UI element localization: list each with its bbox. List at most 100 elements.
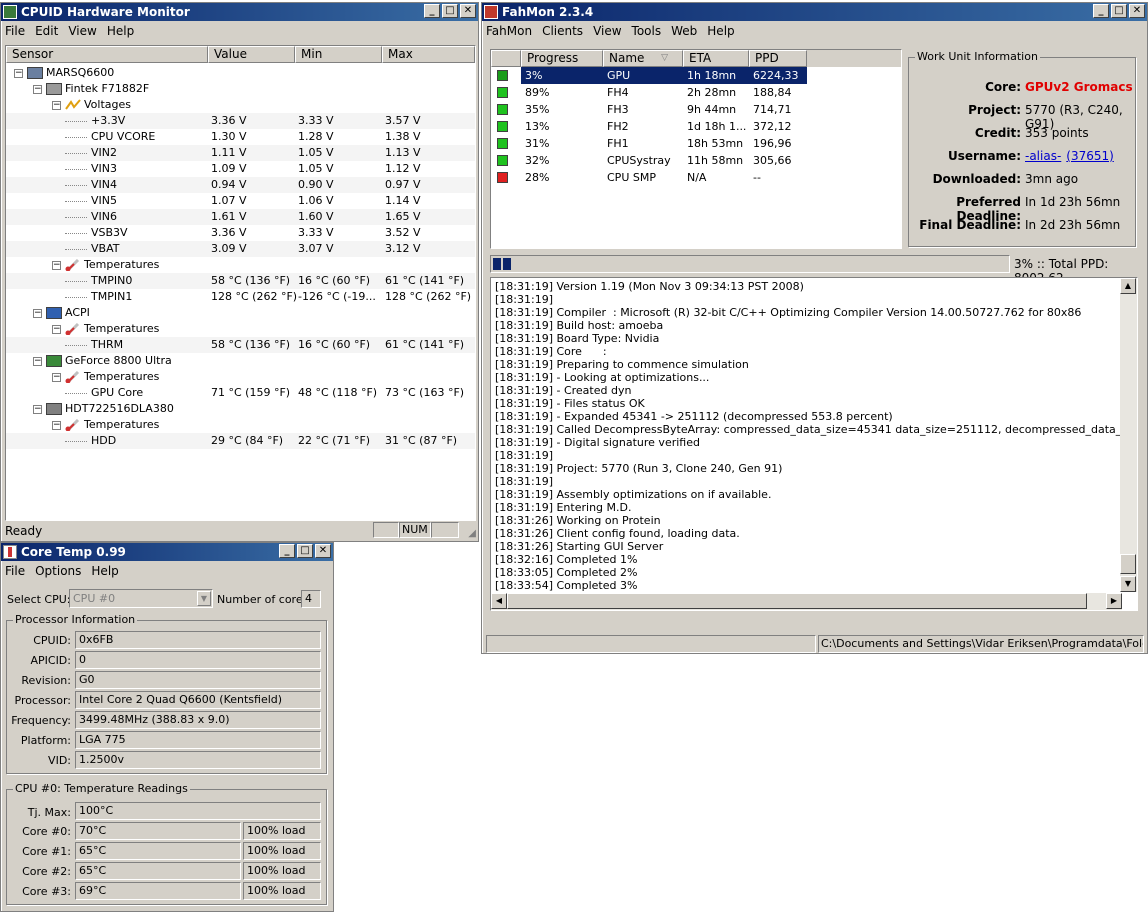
- sensor-row[interactable]: VSB3V 3.36 V 3.33 V 3.52 V: [6, 225, 475, 241]
- minimize-button[interactable]: _: [1093, 4, 1109, 18]
- client-row[interactable]: 89% FH4 2h 28mn 188,84: [491, 84, 901, 101]
- tree-connector: [65, 137, 87, 138]
- menu-help[interactable]: Help: [91, 564, 118, 578]
- collapse-icon[interactable]: −: [52, 421, 61, 430]
- client-row[interactable]: 32% CPUSystray 11h 58mn 305,66: [491, 152, 901, 169]
- close-button[interactable]: ✕: [1129, 4, 1145, 18]
- collapse-icon[interactable]: −: [52, 261, 61, 270]
- scroll-thumb[interactable]: [1120, 554, 1136, 574]
- scroll-up-icon[interactable]: ▲: [1120, 278, 1136, 294]
- sensor-row[interactable]: VIN5 1.07 V 1.06 V 1.14 V: [6, 193, 475, 209]
- sensor-group-row[interactable]: − Temperatures: [6, 369, 475, 385]
- sensor-group-row[interactable]: − Temperatures: [6, 321, 475, 337]
- collapse-icon[interactable]: −: [33, 85, 42, 94]
- sensor-group-row[interactable]: − GeForce 8800 Ultra: [6, 353, 475, 369]
- userid-link[interactable]: (37651): [1066, 149, 1114, 163]
- collapse-icon[interactable]: −: [52, 101, 61, 110]
- clients-list[interactable]: Progress Name ▽ ETA PPD 3% GPU 1h 18mn 6224,…: [490, 49, 902, 249]
- sensor-row[interactable]: VIN4 0.94 V 0.90 V 0.97 V: [6, 177, 475, 193]
- menu-tools[interactable]: Tools: [632, 24, 662, 38]
- menu-fahmon[interactable]: FahMon: [486, 24, 532, 38]
- sensor-row[interactable]: TMPIN0 58 °C (136 °F) 16 °C (60 °F) 61 °C (…: [6, 273, 475, 289]
- menu-help[interactable]: Help: [107, 24, 134, 38]
- menu-file[interactable]: File: [5, 564, 25, 578]
- scroll-right-icon[interactable]: ▶: [1106, 593, 1122, 609]
- collapse-icon[interactable]: −: [33, 405, 42, 414]
- collapse-icon[interactable]: −: [33, 357, 42, 366]
- tjmax-value: 100°C: [75, 802, 321, 820]
- wu-value[interactable]: -alias- (37651): [1025, 149, 1114, 163]
- client-eta: 1d 18h 1...: [687, 120, 747, 133]
- sensor-group-row[interactable]: − HDT722516DLA380: [6, 401, 475, 417]
- client-row[interactable]: 3% GPU 1h 18mn 6224,33: [491, 67, 901, 84]
- cpuid-titlebar[interactable]: CPUID Hardware Monitor _ □ ✕: [1, 3, 478, 21]
- collapse-icon[interactable]: −: [52, 373, 61, 382]
- scroll-left-icon[interactable]: ◀: [491, 593, 507, 609]
- maximize-button[interactable]: □: [1111, 4, 1127, 18]
- maximize-button[interactable]: □: [442, 4, 458, 18]
- tree-connector: [65, 281, 87, 282]
- coretemp-titlebar[interactable]: Core Temp 0.99 _ □ ✕: [1, 543, 333, 561]
- collapse-icon[interactable]: −: [33, 309, 42, 318]
- menu-web[interactable]: Web: [671, 24, 697, 38]
- sensor-group-row[interactable]: − Temperatures: [6, 257, 475, 273]
- maximize-button[interactable]: □: [297, 544, 313, 558]
- col-max[interactable]: Max: [382, 46, 475, 63]
- fahmon-titlebar[interactable]: FahMon 2.3.4 _ □ ✕: [482, 3, 1147, 21]
- log-vertical-scrollbar[interactable]: ▲ ▼: [1120, 278, 1137, 592]
- acpi-icon: [46, 307, 62, 319]
- sensor-tree[interactable]: Sensor Value Min Max − MARSQ6600− Fintek F…: [5, 45, 476, 521]
- log-horizontal-scrollbar[interactable]: ◀ ▶: [491, 593, 1122, 610]
- sensor-row[interactable]: VIN3 1.09 V 1.05 V 1.12 V: [6, 161, 475, 177]
- menu-view[interactable]: View: [593, 24, 621, 38]
- menu-view[interactable]: View: [68, 24, 96, 38]
- scroll-down-icon[interactable]: ▼: [1120, 576, 1136, 592]
- sensor-row[interactable]: HDD 29 °C (84 °F) 22 °C (71 °F) 31 °C (87 °…: [6, 433, 475, 449]
- col-progress[interactable]: Progress: [521, 50, 603, 67]
- sensor-row[interactable]: VIN6 1.61 V 1.60 V 1.65 V: [6, 209, 475, 225]
- sensor-group-row[interactable]: − Temperatures: [6, 417, 475, 433]
- col-name[interactable]: Name ▽: [603, 50, 683, 67]
- sensor-row[interactable]: TMPIN1 128 °C (262 °F) -126 °C (-19... 128 …: [6, 289, 475, 305]
- sensor-group-row[interactable]: − Voltages: [6, 97, 475, 113]
- col-ppd[interactable]: PPD: [749, 50, 807, 67]
- sensor-row[interactable]: GPU Core 71 °C (159 °F) 48 °C (118 °F) 73 °…: [6, 385, 475, 401]
- sensor-group-row[interactable]: − Fintek F71882F: [6, 81, 475, 97]
- sensor-row[interactable]: VIN2 1.11 V 1.05 V 1.13 V: [6, 145, 475, 161]
- sensor-group-row[interactable]: − MARSQ6600: [6, 65, 475, 81]
- username-link[interactable]: -alias-: [1025, 149, 1061, 163]
- menu-clients[interactable]: Clients: [542, 24, 583, 38]
- col-min[interactable]: Min: [295, 46, 382, 63]
- collapse-icon[interactable]: −: [52, 325, 61, 334]
- col-eta[interactable]: ETA: [683, 50, 749, 67]
- sensor-group-row[interactable]: − ACPI: [6, 305, 475, 321]
- sensor-row[interactable]: THRM 58 °C (136 °F) 16 °C (60 °F) 61 °C (14…: [6, 337, 475, 353]
- client-row[interactable]: 13% FH2 1d 18h 1... 372,12: [491, 118, 901, 135]
- menu-edit[interactable]: Edit: [35, 24, 58, 38]
- menu-help[interactable]: Help: [707, 24, 734, 38]
- col-sensor[interactable]: Sensor: [6, 46, 208, 63]
- close-button[interactable]: ✕: [315, 544, 331, 558]
- menu-options[interactable]: Options: [35, 564, 81, 578]
- wu-value: 353 points: [1025, 126, 1089, 140]
- cpuid-menubar: File Edit View Help: [1, 21, 478, 41]
- collapse-icon[interactable]: −: [14, 69, 23, 78]
- sensor-row[interactable]: +3.3V 3.36 V 3.33 V 3.57 V: [6, 113, 475, 129]
- client-row[interactable]: 31% FH1 18h 53mn 196,96: [491, 135, 901, 152]
- minimize-button[interactable]: _: [424, 4, 440, 18]
- scroll-hthumb[interactable]: [507, 593, 1087, 609]
- client-row[interactable]: 35% FH3 9h 44mn 714,71: [491, 101, 901, 118]
- menu-file[interactable]: File: [5, 24, 25, 38]
- sensor-row[interactable]: VBAT 3.09 V 3.07 V 3.12 V: [6, 241, 475, 257]
- resize-grip-icon[interactable]: ◢: [468, 528, 476, 539]
- col-value[interactable]: Value: [208, 46, 295, 63]
- col-state[interactable]: [491, 50, 521, 67]
- sensor-row[interactable]: CPU VCORE 1.30 V 1.28 V 1.38 V: [6, 129, 475, 145]
- client-row[interactable]: 28% CPU SMP N/A --: [491, 169, 901, 186]
- minimize-button[interactable]: _: [279, 544, 295, 558]
- select-cpu-dropdown[interactable]: CPU #0 ▼: [69, 589, 213, 608]
- core-load: 100% load: [243, 822, 321, 840]
- chevron-down-icon[interactable]: ▼: [197, 591, 211, 606]
- log-panel[interactable]: [18:31:19] Version 1.19 (Mon Nov 3 09:34…: [490, 277, 1138, 611]
- close-button[interactable]: ✕: [460, 4, 476, 18]
